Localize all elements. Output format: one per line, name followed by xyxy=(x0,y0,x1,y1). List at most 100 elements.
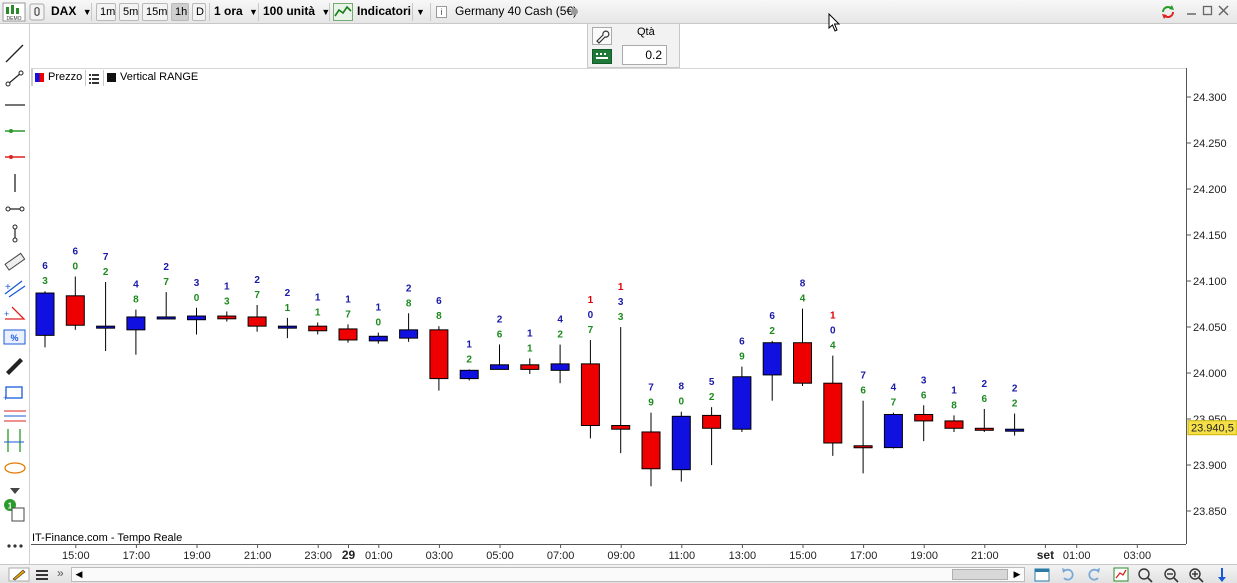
angle-tool-icon[interactable]: + xyxy=(4,306,26,320)
candle xyxy=(823,355,843,456)
support-line-tool-icon[interactable] xyxy=(5,129,25,133)
range-label-bottom: 0 xyxy=(679,397,685,408)
candle-body xyxy=(944,420,964,429)
keyboard-icon[interactable] xyxy=(592,49,612,64)
period-button-1m[interactable]: 1m xyxy=(96,3,116,21)
channel-tool-icon[interactable]: + xyxy=(4,280,26,298)
x-tick-label: 15:00 xyxy=(789,550,817,562)
range-label-bottom: 9 xyxy=(739,352,745,363)
candle-body xyxy=(277,325,297,329)
zoom-out-icon[interactable] xyxy=(1164,568,1179,583)
segment-tool-icon[interactable] xyxy=(5,70,24,87)
rectangle-tool-icon[interactable]: + xyxy=(3,386,23,403)
range-label-top: 6 xyxy=(42,261,48,272)
pen-tool-icon[interactable] xyxy=(6,358,23,375)
zoom-fit-icon[interactable] xyxy=(1138,568,1153,583)
candle xyxy=(187,307,206,335)
period-button-5m[interactable]: 5m xyxy=(119,3,139,21)
period-button-d[interactable]: D xyxy=(192,3,206,21)
range-label-top: 1 xyxy=(315,292,321,303)
chart-type-icon[interactable] xyxy=(1113,567,1129,582)
candle xyxy=(459,369,479,381)
indicators-icon[interactable] xyxy=(333,3,353,21)
candle-body xyxy=(853,445,873,449)
trendline-tool-icon[interactable] xyxy=(5,44,24,63)
indicators-dropdown[interactable]: ▼ xyxy=(416,2,425,22)
range-label-bottom: 3 xyxy=(618,312,624,323)
scroll-right-icon[interactable]: ▶ xyxy=(1010,568,1024,581)
fibonacci-tool-icon[interactable] xyxy=(4,410,26,422)
minimize-icon[interactable] xyxy=(1186,4,1198,18)
range-label: 1 3 3 xyxy=(618,282,624,323)
y-tick-label: 24.200 xyxy=(1193,184,1227,196)
link-icon[interactable] xyxy=(29,2,47,22)
scroll-thumb[interactable] xyxy=(952,569,1008,580)
ellipse-tool-icon[interactable] xyxy=(4,462,26,474)
range-label-top: 2 xyxy=(163,262,169,273)
price-axis[interactable]: 24.300 24.250 24.200 24.150 24.100 24.050 24.0… xyxy=(1186,68,1237,544)
calendar-icon[interactable] xyxy=(1034,568,1050,582)
candle xyxy=(65,276,85,330)
x-tick-label: 13:00 xyxy=(729,550,757,562)
y-tick-label: 24.000 xyxy=(1193,368,1227,380)
close-icon[interactable] xyxy=(1218,4,1230,18)
interval-selector[interactable]: 1 ora ▼ xyxy=(214,2,258,22)
more-tools-icon[interactable] xyxy=(7,544,23,548)
percent-tool-icon[interactable]: % xyxy=(3,329,26,345)
scroll-to-end-icon[interactable] xyxy=(1218,568,1226,582)
candle xyxy=(762,340,782,401)
redo-icon[interactable] xyxy=(1088,568,1100,581)
svg-text:+: + xyxy=(4,309,9,319)
y-tick-label: 24.050 xyxy=(1193,322,1227,334)
range-label-bottom: 2 xyxy=(103,267,109,278)
units-selector[interactable]: 100 unità ▼ xyxy=(263,2,330,22)
undo-icon[interactable] xyxy=(1062,568,1074,581)
info-icon[interactable]: i xyxy=(436,6,447,18)
range-label-top: 3 xyxy=(921,375,927,386)
alerts-tool-icon[interactable]: 1 xyxy=(4,499,25,522)
symbol-selector[interactable]: DAX ▼ xyxy=(51,2,92,22)
collapse-icon[interactable]: » xyxy=(57,566,64,580)
vertical-segment-tool-icon[interactable] xyxy=(12,224,18,243)
range-label-top: 3 xyxy=(194,278,200,289)
indicators-button[interactable]: Indicatori xyxy=(357,2,411,22)
indicator-label[interactable]: Vertical RANGE xyxy=(120,71,202,83)
candle-body xyxy=(580,363,600,427)
range-label-bottom: 8 xyxy=(406,298,412,309)
x-tick-label: 23:00 xyxy=(304,550,332,562)
horizontal-scrollbar[interactable]: ◀ ▶ xyxy=(71,567,1025,582)
range-label-top: 1 xyxy=(527,328,533,339)
range-label: 11 xyxy=(527,328,533,354)
fib-fan-tool-icon[interactable] xyxy=(4,429,24,452)
qty-input[interactable] xyxy=(622,45,667,65)
ruler-tool-icon[interactable] xyxy=(4,252,26,271)
candle-body xyxy=(490,364,509,370)
time-axis[interactable]: 15:00 17:00 19:00 21:00 23:00 29 01:00 03:00 05:… xyxy=(31,544,1186,564)
top-toolbar: DEMO DAX ▼ 1m 5m 15m 1h D 1 ora ▼ 100 un… xyxy=(0,0,1237,24)
range-label-top: 2 xyxy=(1012,384,1018,395)
wrench-icon[interactable] xyxy=(592,27,612,45)
market-status-dot xyxy=(571,8,578,15)
list-icon[interactable] xyxy=(88,72,100,84)
scroll-left-icon[interactable]: ◀ xyxy=(72,568,86,581)
zoom-in-icon[interactable] xyxy=(1189,568,1204,583)
range-label-bottom: 9 xyxy=(648,398,654,409)
chart-area[interactable]: 6360724827301327211117102868122611421071… xyxy=(31,68,1186,544)
range-label-top: 2 xyxy=(285,288,291,299)
expand-tools-icon[interactable] xyxy=(10,488,20,494)
period-button-15m[interactable]: 15m xyxy=(142,3,168,21)
range-label: 84 xyxy=(800,279,806,305)
units-value: 100 unità xyxy=(263,4,316,18)
menu-icon[interactable] xyxy=(35,566,49,582)
horizontal-segment-tool-icon[interactable] xyxy=(5,206,25,212)
price-label[interactable]: Prezzo xyxy=(48,71,82,83)
resistance-line-tool-icon[interactable] xyxy=(5,155,25,159)
candle xyxy=(368,332,388,344)
candle-body xyxy=(217,315,237,320)
period-button-1h[interactable]: 1h xyxy=(171,3,189,21)
pencil-icon[interactable] xyxy=(8,567,30,582)
qty-label: Qtà xyxy=(637,26,655,38)
refresh-icon[interactable] xyxy=(1158,2,1178,22)
candle-body xyxy=(1005,428,1025,432)
maximize-icon[interactable] xyxy=(1202,4,1214,18)
